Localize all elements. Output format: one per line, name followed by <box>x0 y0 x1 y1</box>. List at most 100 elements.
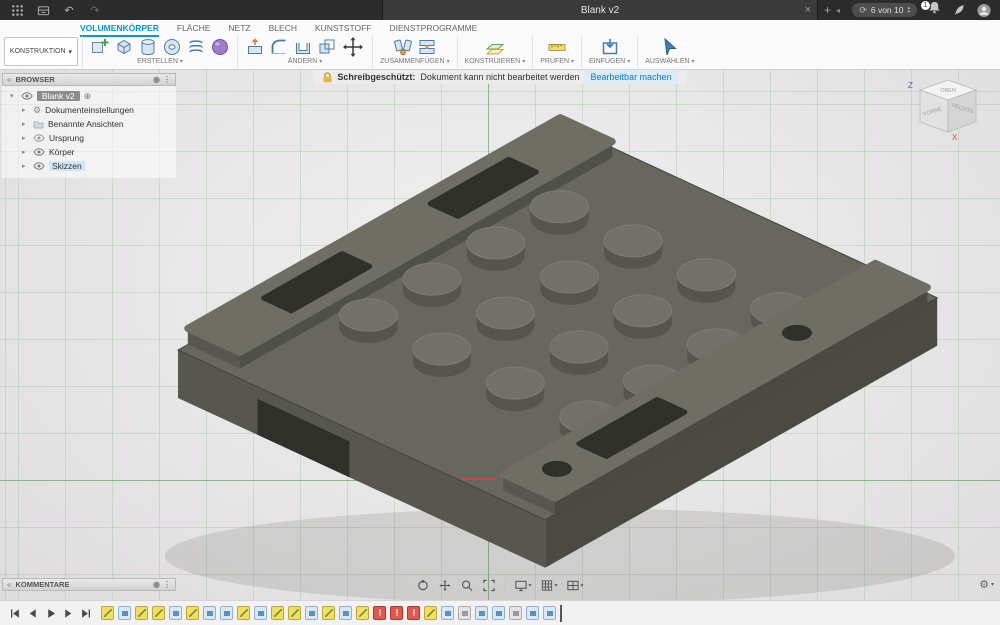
timeline-item-feature[interactable] <box>339 606 352 620</box>
tree-row-root[interactable]: ▾ Blank v2 ⊕ <box>2 89 176 103</box>
caret-right-icon[interactable]: ▸ <box>22 134 29 142</box>
eye-icon[interactable] <box>33 134 45 142</box>
play-button[interactable] <box>45 608 56 619</box>
make-editable-button[interactable]: Bearbeitbar machen <box>584 71 678 83</box>
tab-dienstprogramme[interactable]: DIENSTPROGRAMME <box>389 23 477 35</box>
skip-to-end-button[interactable] <box>81 608 92 619</box>
panel-target-icon[interactable]: ◉ <box>153 580 160 589</box>
undo-icon[interactable]: ↶ <box>62 3 76 17</box>
panel-target-icon[interactable]: ◉ <box>153 75 160 84</box>
new-tab-button[interactable]: + <box>824 0 831 20</box>
pan-icon[interactable] <box>438 579 451 592</box>
timeline-item-feature[interactable] <box>220 606 233 620</box>
root-add-icon[interactable]: ⊕ <box>84 91 92 102</box>
zoom-icon[interactable] <box>460 579 473 592</box>
extrude-icon[interactable] <box>114 37 134 57</box>
timeline-item-sketch[interactable] <box>424 606 437 620</box>
aendern-menu[interactable]: ÄNDERN ▾ <box>288 58 323 65</box>
timeline-item-feature[interactable] <box>118 606 131 620</box>
timeline-item-sketch[interactable] <box>288 606 301 620</box>
timeline-item-error[interactable] <box>390 606 403 620</box>
timeline-item-feature[interactable] <box>169 606 182 620</box>
eye-icon[interactable] <box>21 92 33 100</box>
timeline-item-feature[interactable] <box>526 606 539 620</box>
tab-netz[interactable]: NETZ <box>228 23 250 35</box>
viewports-dropdown[interactable]: ▾ <box>567 579 584 592</box>
step-back-button[interactable] <box>27 608 38 619</box>
tree-row-ursprung[interactable]: ▸ Ursprung <box>2 131 176 145</box>
display-gear-dropdown[interactable]: ⚙ ▾ <box>979 578 994 591</box>
step-forward-button[interactable] <box>63 608 74 619</box>
timeline-item-sketch[interactable] <box>237 606 250 620</box>
timeline-item-sketch[interactable] <box>356 606 369 620</box>
tab-flaeche[interactable]: FLÄCHE <box>177 23 211 35</box>
move-copy-icon[interactable] <box>341 35 365 59</box>
timeline-item-feature[interactable] <box>254 606 267 620</box>
hole-icon[interactable] <box>162 37 182 57</box>
joint-icon[interactable] <box>393 37 413 57</box>
timeline-item-sketch[interactable] <box>135 606 148 620</box>
collapse-panel-icon[interactable]: « <box>7 75 11 84</box>
timeline-playhead[interactable] <box>560 604 562 622</box>
job-status-pill[interactable]: ⟳ 6 von 10 ▴ ▾ <box>852 3 917 17</box>
coil-icon[interactable] <box>186 37 206 57</box>
timeline-item-sketch[interactable] <box>322 606 335 620</box>
timeline-item-sketch[interactable] <box>152 606 165 620</box>
new-component-icon[interactable] <box>90 37 110 57</box>
redo-icon[interactable]: ↷ <box>88 3 102 17</box>
view-cube[interactable]: Z OBEN VORNE RECHTS X <box>900 76 992 147</box>
display-settings-dropdown[interactable]: ▾ <box>514 579 531 592</box>
timeline-item-sketch[interactable] <box>101 606 114 620</box>
select-cursor-icon[interactable] <box>660 37 680 57</box>
caret-right-icon[interactable]: ▸ <box>22 120 29 128</box>
timeline-item-feature[interactable] <box>543 606 556 620</box>
user-avatar[interactable] <box>977 3 991 17</box>
timeline-item-sketch[interactable] <box>186 606 199 620</box>
skip-to-start-button[interactable] <box>9 608 20 619</box>
caret-right-icon[interactable]: ▸ <box>22 162 29 170</box>
timeline-item-feature[interactable] <box>475 606 488 620</box>
timeline-item-error[interactable] <box>373 606 386 620</box>
browser-header[interactable]: « BROWSER ◉ ⋮ <box>2 73 176 86</box>
caret-down-icon[interactable]: ▾ <box>10 92 17 100</box>
timeline-item-sketch[interactable] <box>271 606 284 620</box>
data-panel-icon[interactable] <box>36 3 50 17</box>
tree-row-dokumenteinstellungen[interactable]: ▸ ⚙ Dokumenteinstellungen <box>2 103 176 117</box>
notifications-bell-icon[interactable]: 1 <box>921 1 941 19</box>
timeline-item-error[interactable] <box>407 606 420 620</box>
fit-view-icon[interactable] <box>482 579 495 592</box>
grid-settings-dropdown[interactable]: ▾ <box>540 579 558 592</box>
press-pull-icon[interactable] <box>245 37 265 57</box>
combine-icon[interactable] <box>317 37 337 57</box>
orbit-icon[interactable] <box>416 579 429 592</box>
feedback-quill-icon[interactable] <box>952 3 966 17</box>
close-tab-icon[interactable]: × <box>805 4 811 16</box>
document-tab[interactable]: Blank v2 × <box>382 0 818 20</box>
tree-row-skizzen[interactable]: ▸ Skizzen <box>2 159 176 173</box>
timeline-item-feature[interactable] <box>305 606 318 620</box>
shell-icon[interactable] <box>293 37 313 57</box>
tab-kunststoff[interactable]: KUNSTSTOFF <box>315 23 372 35</box>
root-document-label[interactable]: Blank v2 <box>37 91 80 101</box>
revolve-icon[interactable] <box>138 37 158 57</box>
konstruieren-menu[interactable]: KONSTRUIEREN ▾ <box>465 58 526 65</box>
viewport-canvas[interactable]: Schreibgeschützt: Dokument kann nicht be… <box>0 70 1000 600</box>
einfuegen-menu[interactable]: EINFÜGEN ▾ <box>589 58 630 65</box>
auswaehlen-menu[interactable]: AUSWÄHLEN ▾ <box>645 58 694 65</box>
collapse-panel-icon[interactable]: « <box>7 580 11 589</box>
timeline-item-construct[interactable] <box>458 606 471 620</box>
pruefen-menu[interactable]: PRÜFEN ▾ <box>540 58 574 65</box>
caret-right-icon[interactable]: ▸ <box>22 148 29 156</box>
konstruktion-dropdown[interactable]: KONSTRUKTION ▾ <box>4 37 78 66</box>
insert-icon[interactable] <box>600 37 620 57</box>
eye-icon[interactable] <box>33 148 45 156</box>
tab-volumenkoerper[interactable]: VOLUMENKÖRPER <box>80 23 159 37</box>
tree-row-benannte-ansichten[interactable]: ▸ Benannte Ansichten <box>2 117 176 131</box>
timeline-item-feature[interactable] <box>492 606 505 620</box>
construction-plane-icon[interactable] <box>485 37 505 57</box>
comments-header[interactable]: « KOMMENTARE ◉ ⋮ <box>2 578 176 591</box>
timeline-item-feature[interactable] <box>441 606 454 620</box>
as-built-joint-icon[interactable] <box>417 37 437 57</box>
erstellen-menu[interactable]: ERSTELLEN ▾ <box>137 58 183 65</box>
tab-blech[interactable]: BLECH <box>269 23 297 35</box>
